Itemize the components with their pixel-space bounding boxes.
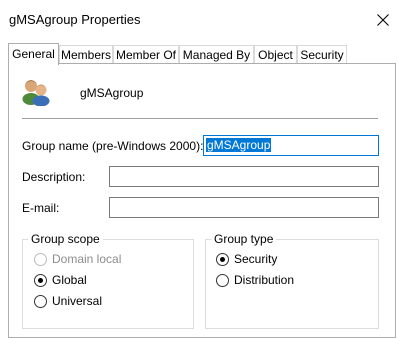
radio-dot xyxy=(38,278,43,283)
separator xyxy=(22,118,378,119)
scope-global-label: Global xyxy=(52,273,87,287)
window-title: gMSAgroup Properties xyxy=(9,12,141,27)
tab-general[interactable]: General xyxy=(8,43,59,65)
radio-circle xyxy=(34,274,47,287)
scope-universal-label: Universal xyxy=(52,294,103,308)
radio-circle xyxy=(216,253,229,266)
email-field[interactable] xyxy=(109,197,379,218)
type-distribution-label: Distribution xyxy=(234,273,295,287)
pre-win2000-name-label: Group name (pre-Windows 2000): xyxy=(22,139,204,153)
email-label: E-mail: xyxy=(22,201,60,215)
pre-win2000-name-field[interactable]: gMSAgroup xyxy=(203,135,379,156)
radio-circle xyxy=(34,253,47,266)
tab-members[interactable]: Members xyxy=(59,45,113,63)
description-field[interactable] xyxy=(109,166,379,187)
close-button[interactable] xyxy=(368,6,398,34)
tab-managed-by[interactable]: Managed By xyxy=(179,45,254,63)
type-security-label: Security xyxy=(234,252,278,266)
pre-win2000-name-value: gMSAgroup xyxy=(206,138,272,152)
group-users-icon xyxy=(22,76,50,107)
scope-domain-local-label: Domain local xyxy=(52,252,122,266)
group-name-heading: gMSAgroup xyxy=(80,86,144,100)
radio-circle xyxy=(216,274,229,287)
tab-object[interactable]: Object xyxy=(254,45,297,63)
group-scope-title: Group scope xyxy=(28,232,103,246)
tab-member-of[interactable]: Member Of xyxy=(113,45,179,63)
tab-security[interactable]: Security xyxy=(297,45,347,63)
title-bar: gMSAgroup Properties xyxy=(0,0,398,38)
group-type-title: Group type xyxy=(211,232,277,246)
radio-dot xyxy=(220,257,225,262)
description-label: Description: xyxy=(22,170,86,184)
close-icon xyxy=(377,14,389,26)
radio-circle xyxy=(34,295,47,308)
